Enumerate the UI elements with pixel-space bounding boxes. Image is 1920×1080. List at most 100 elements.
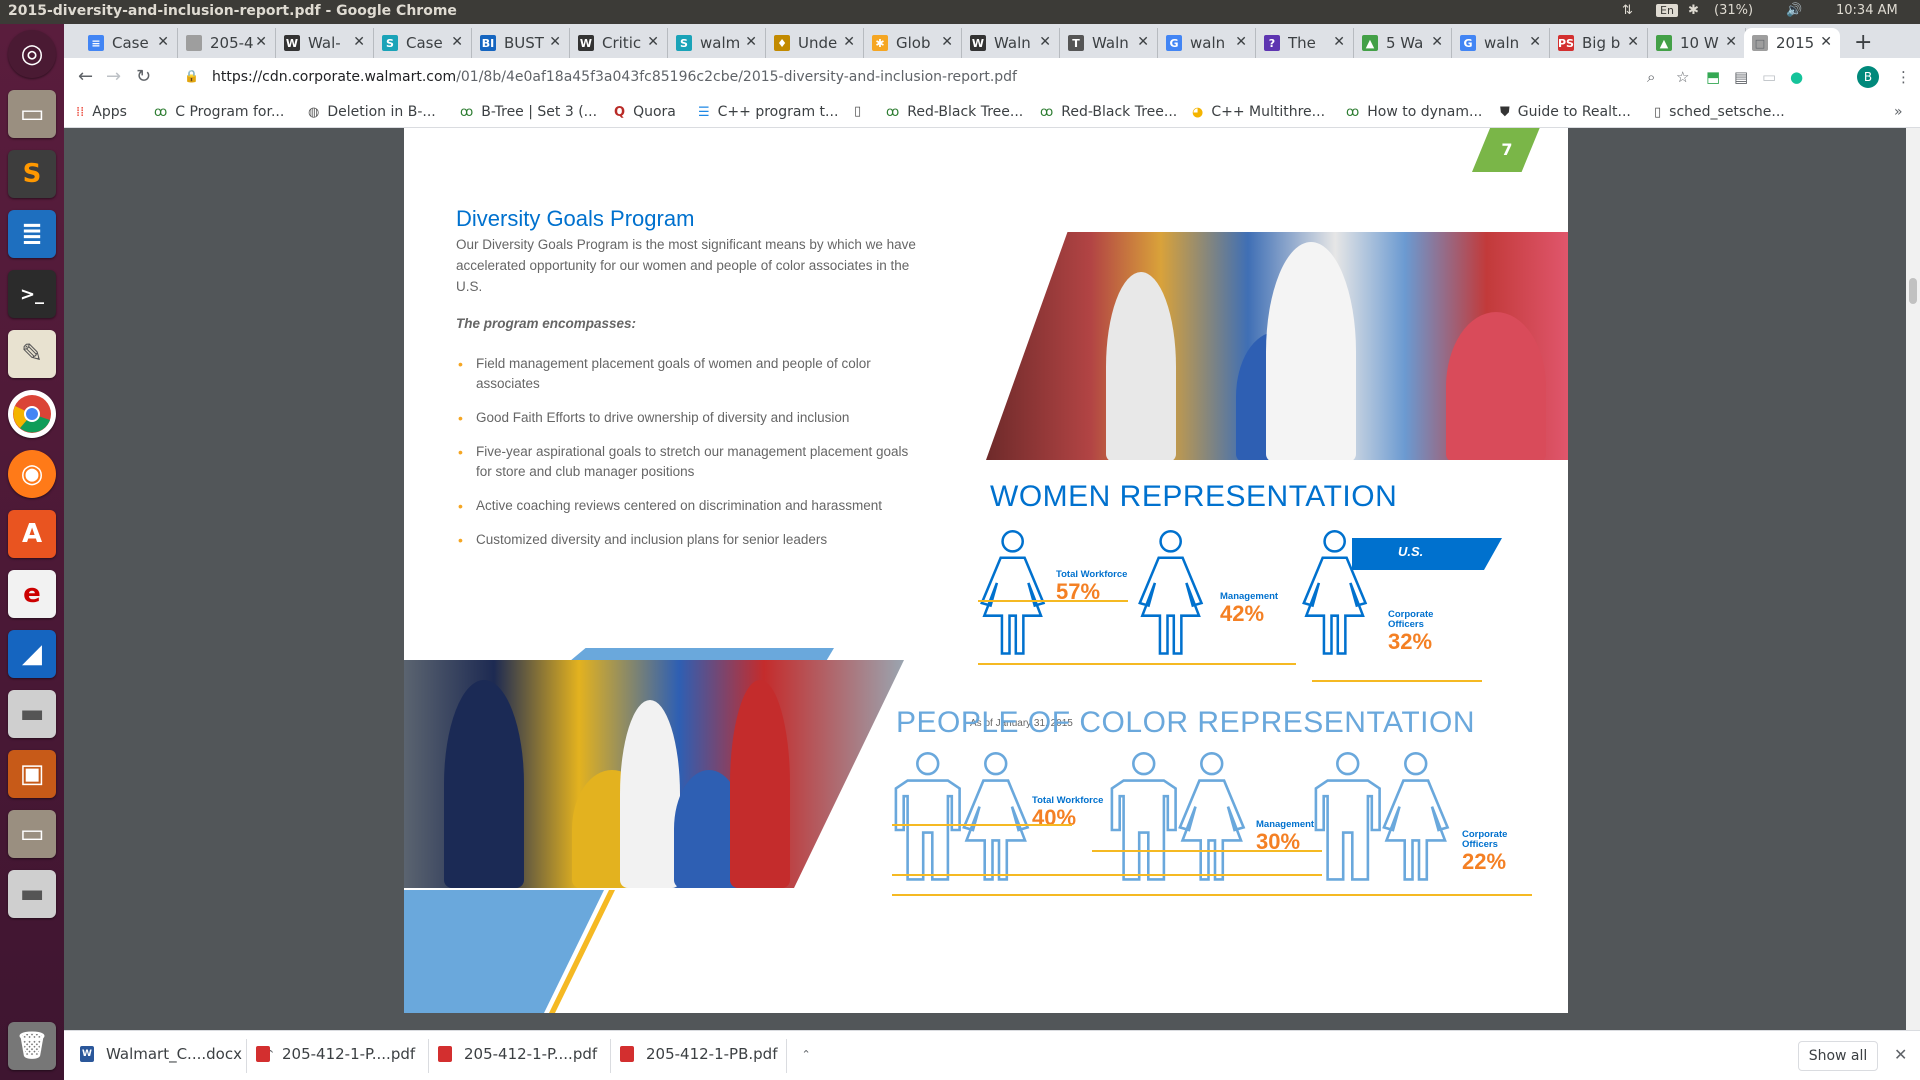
clock[interactable]: 10:34 AM — [1836, 3, 1898, 18]
close-tab-icon[interactable]: ✕ — [1333, 34, 1345, 50]
bookmark-item[interactable]: ▯ sched_setsche... — [1654, 104, 1785, 120]
vertical-scrollbar[interactable] — [1906, 128, 1920, 1030]
bookmark-item[interactable]: ꝏ Red-Black Tree... — [1040, 104, 1177, 120]
bookmark-item[interactable]: ꝏ B-Tree | Set 3 (... — [460, 104, 597, 120]
text-editor-icon[interactable]: ✎ — [8, 330, 56, 378]
profile-avatar[interactable]: B — [1857, 66, 1879, 88]
close-downloads-icon[interactable]: ✕ — [1894, 1045, 1907, 1064]
bookmarks-overflow-icon[interactable]: » — [1894, 104, 1903, 120]
close-tab-icon[interactable]: ✕ — [1627, 34, 1639, 50]
close-tab-icon[interactable]: ✕ — [157, 34, 169, 50]
tab[interactable]: T Waln ✕ — [1060, 28, 1158, 58]
wireshark-icon[interactable]: ◢ — [8, 630, 56, 678]
reload-icon[interactable]: ↻ — [136, 66, 151, 87]
scroll-thumb[interactable] — [1909, 278, 1917, 304]
tab[interactable]: W Wal- ✕ — [276, 28, 374, 58]
close-tab-icon[interactable]: ✕ — [1529, 34, 1541, 50]
chevron-up-icon[interactable]: ⌃ — [801, 1048, 810, 1061]
close-tab-icon[interactable]: ✕ — [745, 34, 757, 50]
lock-icon[interactable]: 🔒 — [184, 69, 199, 83]
download-item[interactable]: 205-412-1-P....pdf⌃ — [438, 1045, 630, 1063]
close-tab-icon[interactable]: ✕ — [1039, 34, 1051, 50]
extension-icon[interactable]: ▤ — [1734, 68, 1748, 86]
zoom-icon[interactable]: ⌕ — [1647, 68, 1655, 86]
menu-kebab-icon[interactable]: ⋮ — [1896, 68, 1911, 86]
extension-save-icon[interactable]: ⬒ — [1706, 68, 1720, 86]
show-all-button[interactable]: Show all — [1798, 1041, 1878, 1071]
drive-2-icon[interactable]: ▬ — [8, 870, 56, 918]
files-2-icon[interactable]: ▭ — [8, 810, 56, 858]
close-tab-icon[interactable]: ✕ — [941, 34, 953, 50]
tab[interactable]: S Case ✕ — [374, 28, 472, 58]
impress-icon[interactable]: ▣ — [8, 750, 56, 798]
terminal-icon[interactable]: >_ — [8, 270, 56, 318]
bookmark-item[interactable]: ◕ C++ Multithre... — [1192, 104, 1325, 120]
trash-icon[interactable]: 🗑 — [8, 1022, 56, 1070]
tab-label: waln — [1190, 34, 1226, 52]
files-icon[interactable]: ▭ — [8, 90, 56, 138]
tab[interactable]: ? The ✕ — [1256, 28, 1354, 58]
download-item[interactable]: 205-412-1-PB.pdf ⌃ — [620, 1045, 811, 1063]
tab[interactable]: W Critic ✕ — [570, 28, 668, 58]
drive-icon[interactable]: ▬ — [8, 690, 56, 738]
bookmark-item[interactable]: ꝏ C Program for... — [154, 104, 284, 120]
download-item[interactable]: 205-412-1-P....pdf⌃ — [256, 1045, 448, 1063]
tab[interactable]: Gwaln ✕ — [1158, 28, 1256, 58]
page-icon: ▯ — [1654, 104, 1662, 120]
tab[interactable]: Swalm ✕ — [668, 28, 766, 58]
tab[interactable]: ✱ Glob ✕ — [864, 28, 962, 58]
tab[interactable]: Gwaln ✕ — [1452, 28, 1550, 58]
ubuntu-dash-icon[interactable]: ◎ — [8, 30, 56, 78]
tab[interactable]: ▲ 5 Wa ✕ — [1354, 28, 1452, 58]
tab[interactable]: W Waln ✕ — [962, 28, 1060, 58]
tab-active[interactable]: □ 2015 ✕ — [1744, 28, 1840, 58]
writer-icon[interactable]: ≣ — [8, 210, 56, 258]
extension-gray-icon[interactable]: ▭ — [1762, 68, 1776, 86]
tab[interactable]: ♦ Unde ✕ — [766, 28, 864, 58]
software-center-icon[interactable]: A — [8, 510, 56, 558]
battery-indicator[interactable]: (31%) — [1714, 3, 1753, 18]
url-text[interactable]: https://cdn.corporate.walmart.com/01/8b/… — [212, 69, 1017, 85]
close-tab-icon[interactable]: ✕ — [1431, 34, 1443, 50]
tab[interactable]: PS Big b ✕ — [1550, 28, 1648, 58]
close-tab-icon[interactable]: ✕ — [1137, 34, 1149, 50]
tab[interactable]: ≡ Case ✕ — [80, 28, 178, 58]
tab-label: BUST — [504, 34, 544, 52]
close-tab-icon[interactable]: ✕ — [451, 34, 463, 50]
bookmark-item[interactable]: ꝏ Red-Black Tree... — [886, 104, 1023, 120]
tab-label: Case — [112, 34, 149, 52]
tab[interactable]: ▲ 10 W ✕ — [1648, 28, 1746, 58]
firefox-icon[interactable]: ◉ — [8, 450, 56, 498]
bookmark-item[interactable]: Q Quora — [614, 104, 676, 120]
close-tab-icon[interactable]: ✕ — [1235, 34, 1247, 50]
sublime-text-icon[interactable]: S — [8, 150, 56, 198]
tab[interactable]: BI BUST ✕ — [472, 28, 570, 58]
bookmark-item[interactable]: ꝏ How to dynam... — [1346, 104, 1482, 120]
grammarly-icon[interactable]: ● — [1790, 68, 1803, 86]
new-tab-button[interactable]: + — [1854, 30, 1872, 55]
tab[interactable]: 205-4 ✕ — [178, 28, 276, 58]
back-arrow-icon[interactable]: ← — [78, 66, 93, 87]
bookmark-item[interactable]: ☰ C++ program t... — [698, 104, 838, 120]
chrome-icon[interactable] — [8, 390, 56, 438]
bookmark-item[interactable]: ▯ — [854, 104, 869, 119]
close-tab-icon[interactable]: ✕ — [255, 34, 267, 50]
volume-icon[interactable]: 🔊 — [1786, 3, 1802, 18]
bookmark-item[interactable]: ⛊ Guide to Realt... — [1500, 104, 1631, 120]
close-tab-icon[interactable]: ✕ — [353, 34, 365, 50]
close-tab-icon[interactable]: ✕ — [647, 34, 659, 50]
close-tab-icon[interactable]: ✕ — [843, 34, 855, 50]
pdf-viewport[interactable]: 7 Diversity Goals Program Our Diversity … — [64, 128, 1906, 1030]
close-tab-icon[interactable]: ✕ — [1820, 34, 1832, 50]
close-tab-icon[interactable]: ✕ — [549, 34, 561, 50]
bluetooth-icon[interactable]: ✱ — [1688, 3, 1699, 18]
bookmark-item[interactable]: ◍ Deletion in B-... — [308, 104, 436, 120]
close-tab-icon[interactable]: ✕ — [1725, 34, 1737, 50]
keyboard-layout-indicator[interactable]: En — [1656, 4, 1678, 17]
forward-arrow-icon[interactable]: → — [106, 66, 121, 87]
network-icon[interactable]: ⇅ — [1622, 3, 1633, 18]
document-viewer-icon[interactable]: e — [8, 570, 56, 618]
address-bar[interactable]: 🔒 https://cdn.corporate.walmart.com/01/8… — [176, 62, 1736, 94]
bookmark-apps[interactable]: ⁞⁞ Apps — [76, 104, 127, 120]
bookmark-star-icon[interactable]: ☆ — [1676, 68, 1689, 86]
